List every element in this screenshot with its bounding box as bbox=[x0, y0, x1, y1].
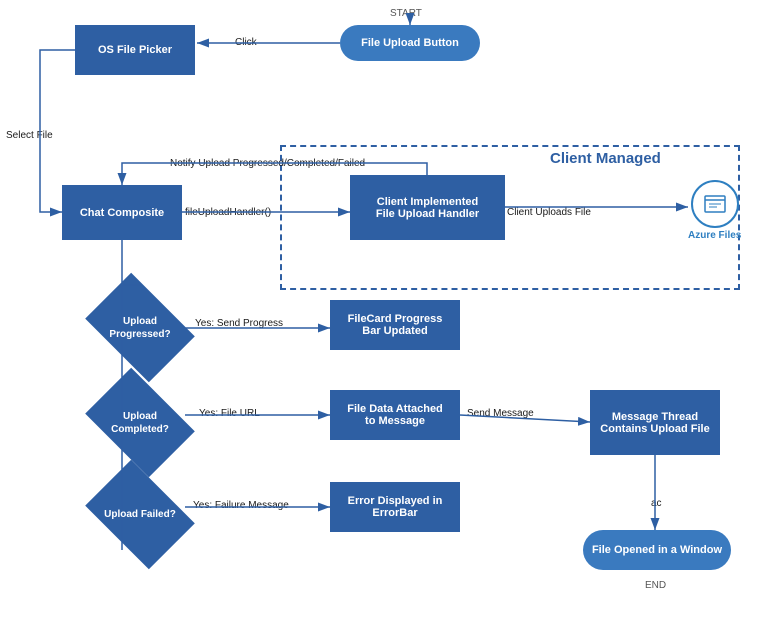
filecard-progress-label: FileCard Progress Bar Updated bbox=[348, 313, 443, 337]
yes-file-url-label: Yes: File URL bbox=[199, 408, 260, 419]
start-label: START bbox=[390, 8, 422, 19]
azure-label: Azure Files bbox=[688, 230, 741, 241]
os-file-picker-node: OS File Picker bbox=[75, 25, 195, 75]
upload-progressed-label: Upload Progressed? bbox=[95, 315, 185, 341]
select-file-label: Select File bbox=[6, 130, 53, 141]
file-data-attached-label: File Data Attached to Message bbox=[347, 403, 443, 427]
error-displayed-node: Error Displayed in ErrorBar bbox=[330, 482, 460, 532]
azure-files-icon: Azure Files bbox=[688, 180, 741, 241]
diagram: Client Managed START File Upload Button … bbox=[0, 0, 771, 619]
ac-label: ac bbox=[651, 498, 662, 509]
azure-svg bbox=[701, 190, 729, 218]
error-displayed-label: Error Displayed in ErrorBar bbox=[348, 495, 443, 519]
yes-send-progress-label: Yes: Send Progress bbox=[195, 318, 283, 329]
message-thread-label: Message Thread Contains Upload File bbox=[600, 411, 709, 435]
client-managed-label: Client Managed bbox=[550, 150, 661, 167]
chat-composite-label: Chat Composite bbox=[80, 207, 164, 219]
file-upload-button-node: File Upload Button bbox=[340, 25, 480, 61]
os-file-picker-label: OS File Picker bbox=[98, 44, 172, 56]
yes-failure-label: Yes: Failure Message bbox=[193, 500, 289, 511]
chat-composite-node: Chat Composite bbox=[62, 185, 182, 240]
click-label: Click bbox=[235, 37, 257, 48]
client-uploads-label: Client Uploads File bbox=[507, 207, 591, 218]
file-opened-label: File Opened in a Window bbox=[592, 544, 722, 556]
azure-circle bbox=[691, 180, 739, 228]
message-thread-node: Message Thread Contains Upload File bbox=[590, 390, 720, 455]
file-data-attached-node: File Data Attached to Message bbox=[330, 390, 460, 440]
filecard-progress-node: FileCard Progress Bar Updated bbox=[330, 300, 460, 350]
file-upload-handler-label: fileUploadHandler() bbox=[185, 207, 271, 218]
file-upload-button-label: File Upload Button bbox=[361, 37, 459, 49]
send-message-label: Send Message bbox=[467, 408, 534, 419]
upload-failed-label: Upload Failed? bbox=[104, 508, 176, 521]
end-label: END bbox=[645, 580, 666, 591]
upload-completed-label: Upload Completed? bbox=[95, 410, 185, 436]
client-implemented-node: Client Implemented File Upload Handler bbox=[350, 175, 505, 240]
notify-label: Notify Upload Progressed/Completed/Faile… bbox=[170, 158, 365, 169]
file-opened-node: File Opened in a Window bbox=[583, 530, 731, 570]
client-implemented-label: Client Implemented File Upload Handler bbox=[376, 196, 479, 220]
upload-progressed-node: Upload Progressed? bbox=[95, 295, 185, 360]
upload-failed-node: Upload Failed? bbox=[95, 482, 185, 547]
upload-completed-node: Upload Completed? bbox=[95, 390, 185, 455]
